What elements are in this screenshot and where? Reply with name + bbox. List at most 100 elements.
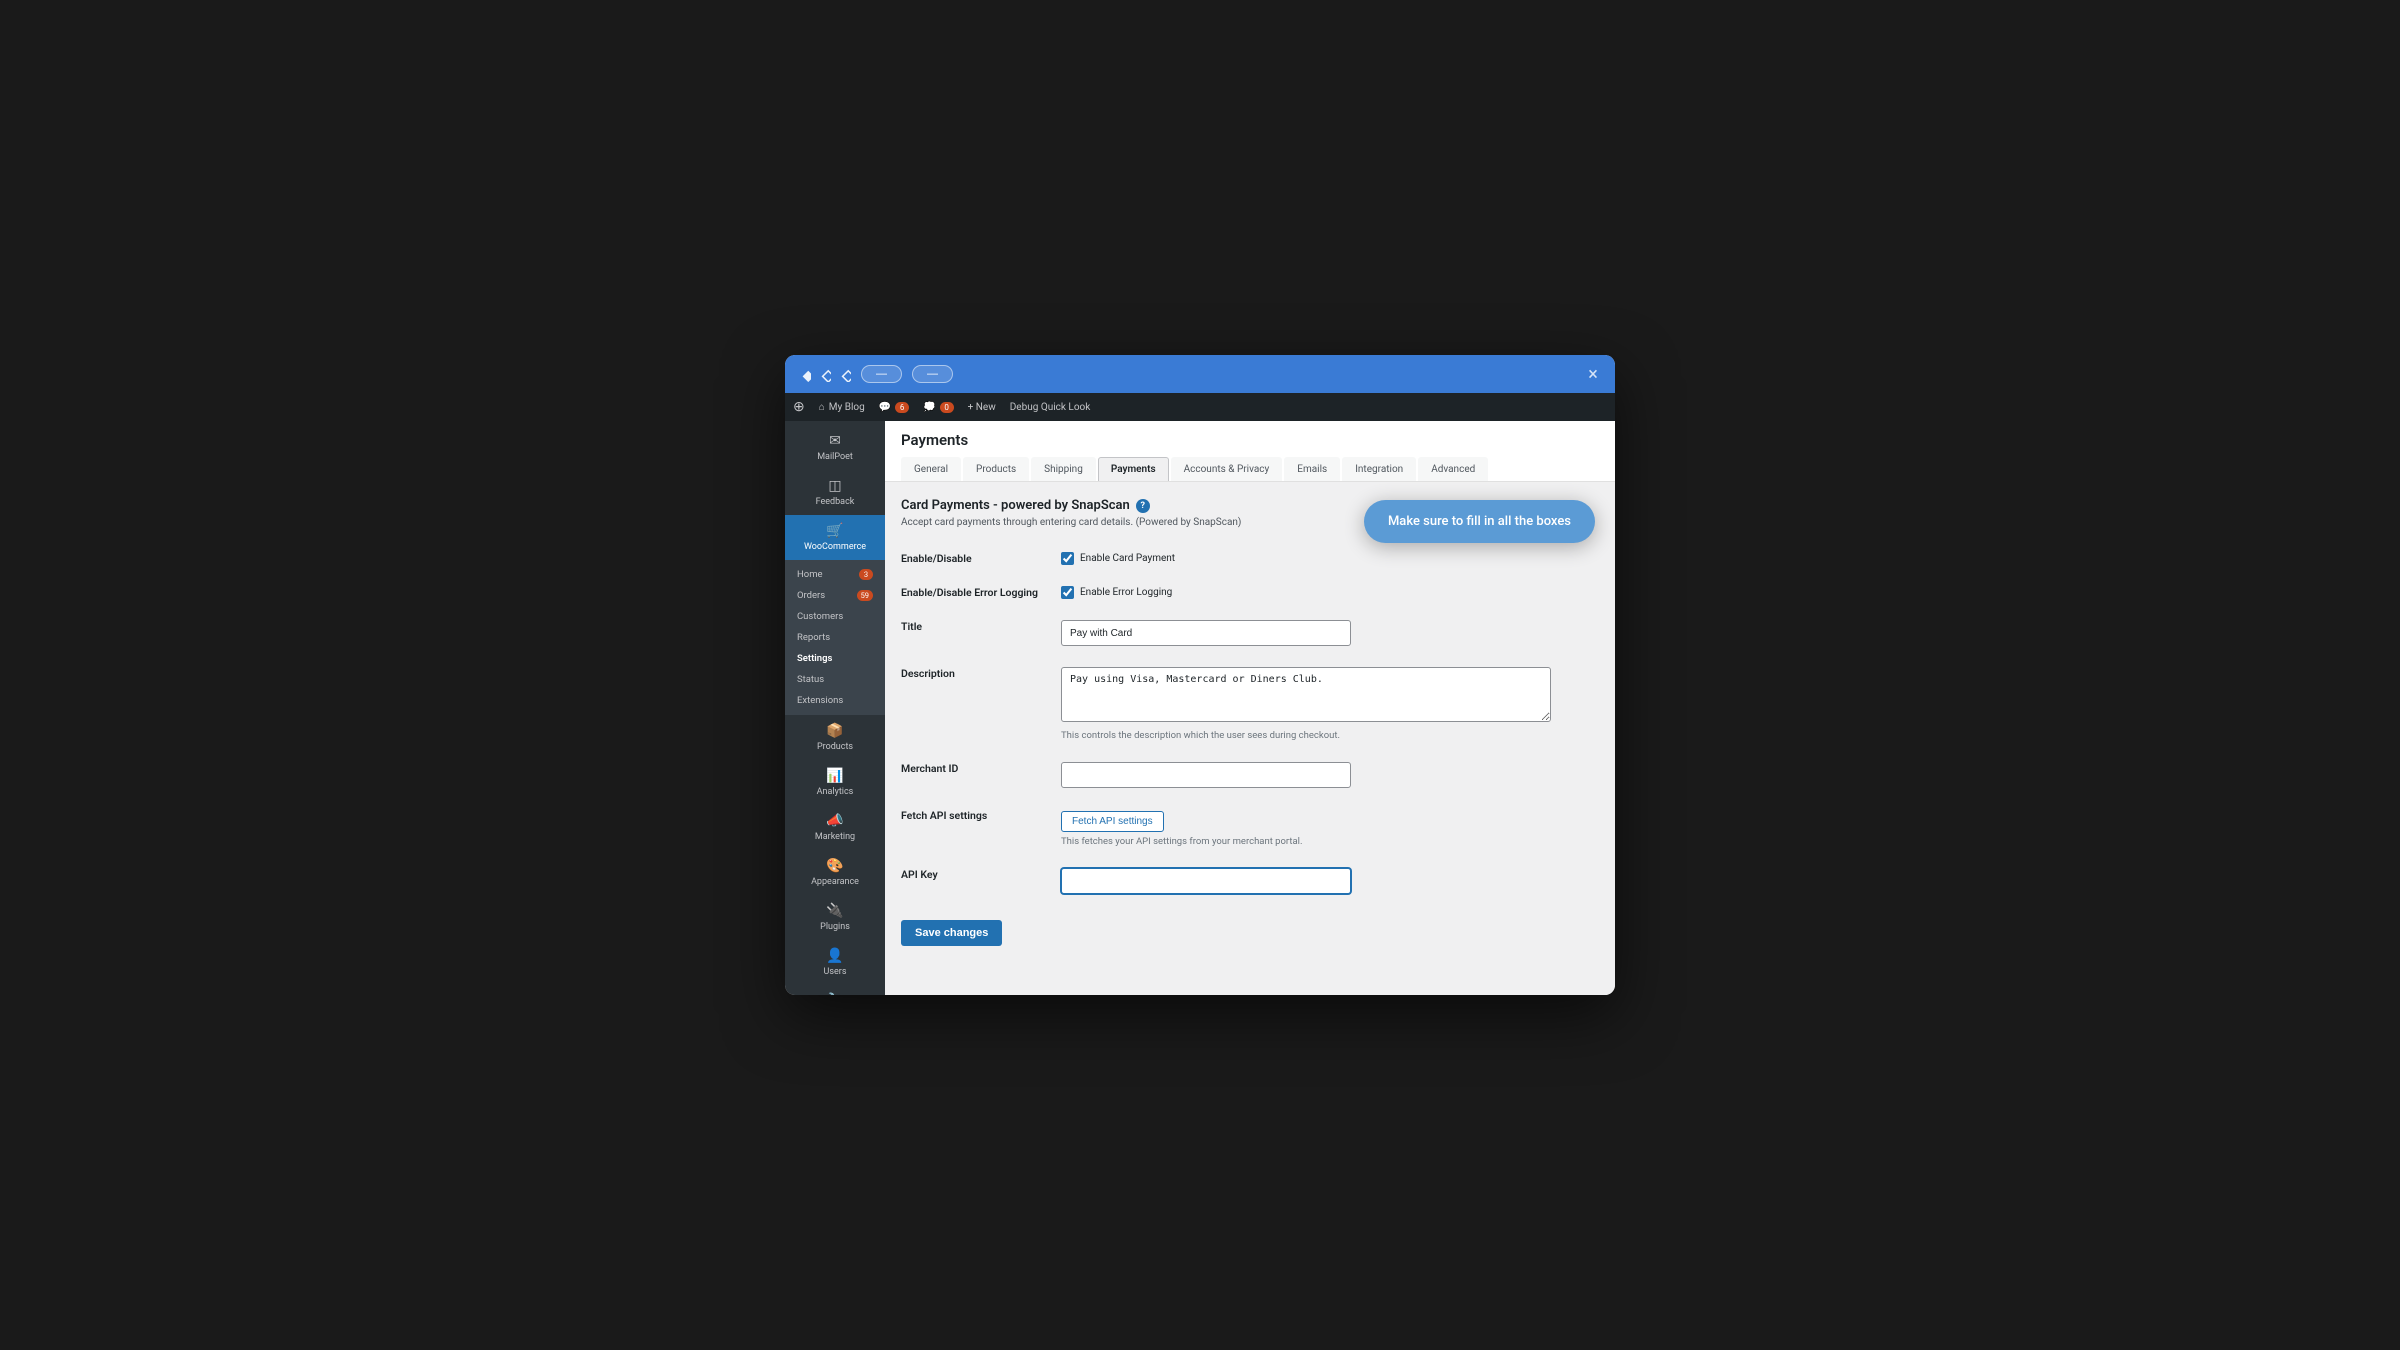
title-input[interactable] bbox=[1061, 620, 1351, 646]
home-badge: 3 bbox=[859, 569, 873, 580]
diamond-icon-1 bbox=[797, 367, 811, 381]
api-key-field bbox=[1061, 858, 1599, 905]
enable-checkbox[interactable] bbox=[1061, 552, 1074, 565]
tab-emails[interactable]: Emails bbox=[1284, 457, 1340, 481]
browser-controls: — — bbox=[797, 365, 953, 383]
fetch-api-label: Fetch API settings bbox=[901, 799, 1061, 858]
description-textarea[interactable] bbox=[1061, 667, 1551, 722]
tab-products[interactable]: Products bbox=[963, 457, 1029, 481]
submenu-extensions[interactable]: Extensions bbox=[785, 690, 885, 711]
row-description: Description This controls the descriptio… bbox=[901, 657, 1599, 752]
submenu-home[interactable]: Home 3 bbox=[785, 564, 885, 585]
info-icon[interactable]: ? bbox=[1136, 499, 1150, 513]
nav-btn-1[interactable]: — bbox=[861, 365, 902, 383]
admin-bar-site[interactable]: ⌂ My Blog bbox=[819, 402, 865, 413]
merchant-id-input[interactable] bbox=[1061, 762, 1351, 788]
woocommerce-submenu: Home 3 Orders 59 Customers Reports Setti… bbox=[785, 560, 885, 715]
submenu-extensions-label: Extensions bbox=[797, 695, 843, 706]
sidebar-users-label: Users bbox=[824, 967, 847, 977]
sidebar-feedback-label: Feedback bbox=[816, 497, 855, 507]
admin-bar-new[interactable]: + New bbox=[968, 402, 996, 413]
sidebar-products-label: Products bbox=[817, 742, 853, 752]
nav-btn-2[interactable]: — bbox=[912, 365, 953, 383]
submenu-orders[interactable]: Orders 59 bbox=[785, 585, 885, 606]
tab-shipping[interactable]: Shipping bbox=[1031, 457, 1096, 481]
sidebar-marketing-label: Marketing bbox=[815, 832, 855, 842]
fetch-api-button[interactable]: Fetch API settings bbox=[1061, 811, 1164, 832]
submenu-status[interactable]: Status bbox=[785, 669, 885, 690]
sidebar-item-appearance[interactable]: 🎨 Appearance bbox=[785, 850, 885, 895]
tab-payments[interactable]: Payments bbox=[1098, 457, 1169, 481]
enable-checkbox-row[interactable]: Enable Card Payment bbox=[1061, 552, 1599, 565]
wp-logo-icon: ⊕ bbox=[793, 399, 805, 415]
admin-bar-debug[interactable]: Debug Quick Look bbox=[1010, 402, 1091, 413]
sidebar-item-analytics[interactable]: 📊 Analytics bbox=[785, 760, 885, 805]
marketing-icon: 📣 bbox=[826, 813, 843, 829]
submenu-settings-label: Settings bbox=[797, 653, 832, 664]
submenu-settings[interactable]: Settings bbox=[785, 648, 885, 669]
sidebar-item-tools[interactable]: 🔧 Tools bbox=[785, 985, 885, 995]
appearance-icon: 🎨 bbox=[826, 858, 843, 874]
products-icon: 📦 bbox=[826, 723, 843, 739]
nav-tabs: General Products Shipping Payments Accou… bbox=[901, 457, 1599, 481]
title-label: Title bbox=[901, 610, 1061, 657]
row-enable: Enable/Disable Enable Card Payment bbox=[901, 542, 1599, 576]
sidebar-item-products[interactable]: 📦 Products bbox=[785, 715, 885, 760]
tab-general[interactable]: General bbox=[901, 457, 961, 481]
tab-advanced[interactable]: Advanced bbox=[1418, 457, 1488, 481]
woocommerce-icon: 🛒 bbox=[826, 523, 843, 539]
row-title: Title bbox=[901, 610, 1599, 657]
error-log-checkbox-label: Enable Error Logging bbox=[1080, 587, 1172, 598]
comment-icon: 💬 bbox=[879, 402, 891, 413]
sidebar: ✉ MailPoet ◫ Feedback 🛒 WooCommerce Home… bbox=[785, 421, 885, 995]
save-row: Save changes bbox=[901, 920, 1599, 946]
submenu-status-label: Status bbox=[797, 674, 824, 685]
page-title: Payments bbox=[901, 431, 1599, 449]
close-icon[interactable]: × bbox=[1583, 364, 1603, 384]
sidebar-item-mailpoet[interactable]: ✉ MailPoet bbox=[785, 425, 885, 470]
section-title-text: Card Payments - powered by SnapScan bbox=[901, 498, 1130, 513]
merchant-id-field bbox=[1061, 752, 1599, 799]
home-icon: ⌂ bbox=[819, 402, 825, 413]
sidebar-item-woocommerce[interactable]: 🛒 WooCommerce bbox=[785, 515, 885, 560]
wp-main: ✉ MailPoet ◫ Feedback 🛒 WooCommerce Home… bbox=[785, 421, 1615, 995]
error-log-checkbox[interactable] bbox=[1061, 586, 1074, 599]
save-button[interactable]: Save changes bbox=[901, 920, 1002, 946]
tooltip-message: Make sure to fill in all the boxes bbox=[1388, 514, 1571, 529]
error-log-checkbox-row[interactable]: Enable Error Logging bbox=[1061, 586, 1599, 599]
error-log-field: Enable Error Logging bbox=[1061, 576, 1599, 610]
submenu-reports[interactable]: Reports bbox=[785, 627, 885, 648]
admin-bar-comments[interactable]: 💬 6 bbox=[879, 402, 909, 413]
enable-label: Enable/Disable bbox=[901, 542, 1061, 576]
enable-checkbox-label: Enable Card Payment bbox=[1080, 553, 1175, 564]
description-field: This controls the description which the … bbox=[1061, 657, 1599, 752]
tab-integration[interactable]: Integration bbox=[1342, 457, 1416, 481]
content-area: Payments General Products Shipping Payme… bbox=[885, 421, 1615, 995]
api-key-label: API Key bbox=[901, 858, 1061, 905]
tab-accounts[interactable]: Accounts & Privacy bbox=[1171, 457, 1283, 481]
submenu-customers[interactable]: Customers bbox=[785, 606, 885, 627]
sidebar-appearance-label: Appearance bbox=[811, 877, 859, 887]
admin-bar-new-comments[interactable]: 💭 0 bbox=[923, 402, 953, 413]
enable-field: Enable Card Payment bbox=[1061, 542, 1599, 576]
sidebar-item-marketing[interactable]: 📣 Marketing bbox=[785, 805, 885, 850]
submenu-reports-label: Reports bbox=[797, 632, 830, 643]
row-error-log: Enable/Disable Error Logging Enable Erro… bbox=[901, 576, 1599, 610]
sidebar-plugins-label: Plugins bbox=[820, 922, 850, 932]
sidebar-analytics-label: Analytics bbox=[817, 787, 854, 797]
tools-icon: 🔧 bbox=[826, 993, 843, 995]
sidebar-mailpoet-label: MailPoet bbox=[817, 452, 853, 462]
form-table: Enable/Disable Enable Card Payment Enabl… bbox=[901, 542, 1599, 904]
submenu-home-label: Home bbox=[797, 569, 823, 580]
row-fetch-api: Fetch API settings Fetch API settings Th… bbox=[901, 799, 1599, 858]
feedback-icon: ◫ bbox=[828, 478, 841, 494]
sidebar-item-plugins[interactable]: 🔌 Plugins bbox=[785, 895, 885, 940]
row-api-key: API Key bbox=[901, 858, 1599, 905]
description-help: This controls the description which the … bbox=[1061, 730, 1599, 741]
api-key-input[interactable] bbox=[1061, 868, 1351, 894]
comments-badge: 6 bbox=[895, 402, 909, 413]
sidebar-item-users[interactable]: 👤 Users bbox=[785, 940, 885, 985]
analytics-icon: 📊 bbox=[826, 768, 843, 784]
diamond-icon-2 bbox=[817, 367, 831, 381]
sidebar-item-feedback[interactable]: ◫ Feedback bbox=[785, 470, 885, 515]
